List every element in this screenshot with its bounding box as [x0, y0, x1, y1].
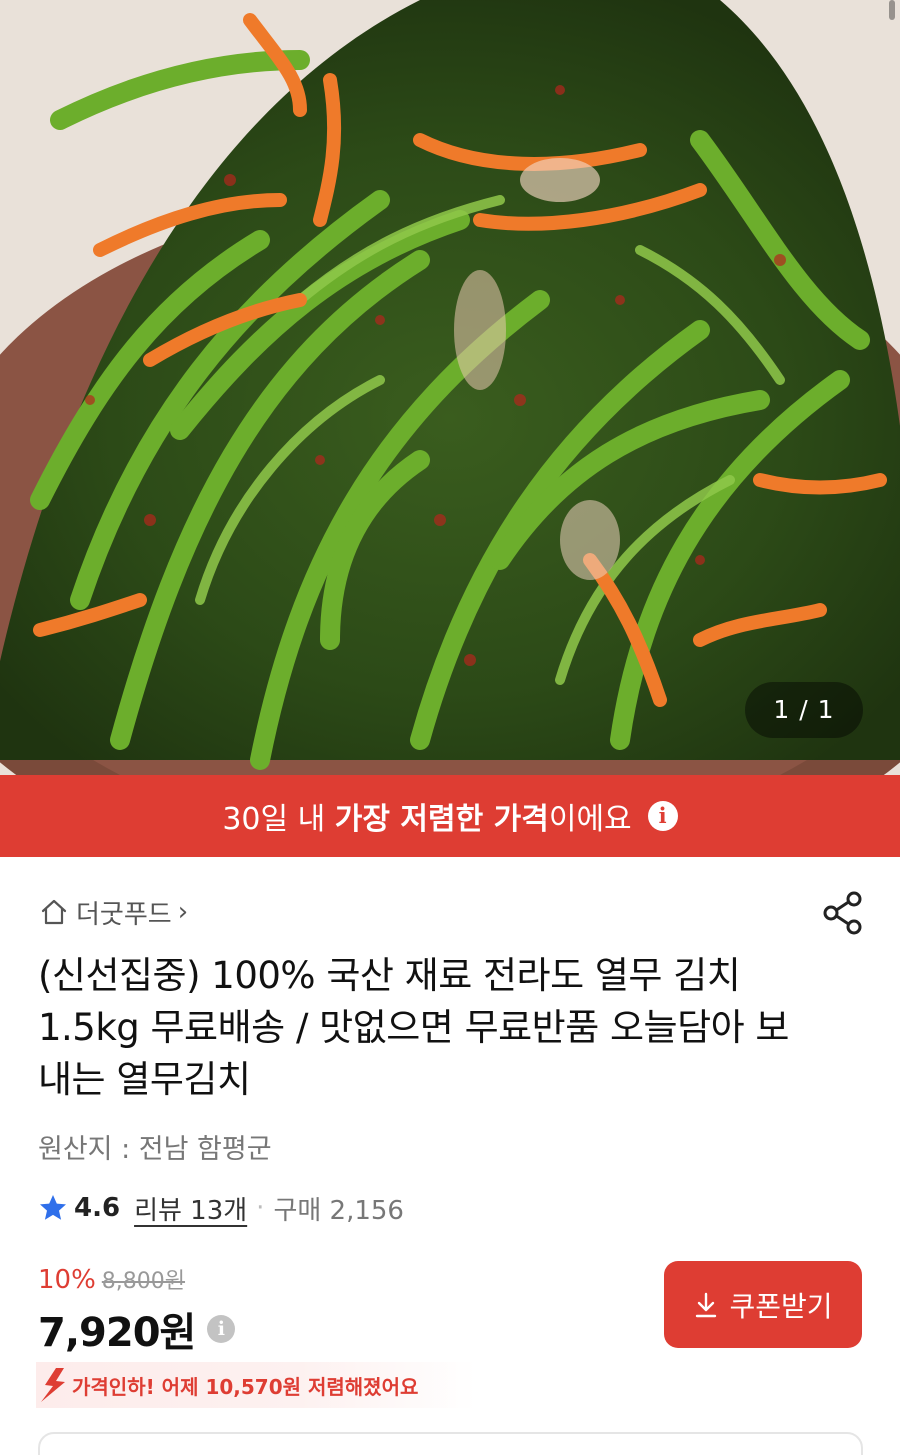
- lowest-price-banner: 30일 내 가장 저렴한 가격 이에요 i: [0, 775, 900, 857]
- price-down-arrow-icon: [41, 1368, 65, 1402]
- download-icon: [696, 1292, 717, 1317]
- scroll-indicator: [889, 0, 895, 20]
- store-link[interactable]: 더굿푸드 ›: [38, 892, 188, 932]
- review-link[interactable]: 리뷰 13개: [134, 1190, 247, 1227]
- final-price: 7,920원: [38, 1310, 196, 1356]
- original-price: 8,800원: [101, 1269, 186, 1294]
- banner-text-after: 이에요: [548, 802, 632, 837]
- option-box[interactable]: [38, 1432, 863, 1455]
- price-drop-notice: 가격인하! 어제 10,570원 저렴해졌어요: [36, 1362, 476, 1408]
- info-icon[interactable]: i: [647, 801, 678, 831]
- purchase-count: 구매 2,156: [273, 1195, 404, 1226]
- rating-score: 4.6: [74, 1193, 121, 1223]
- store-name: 더굿푸드: [76, 899, 172, 930]
- price-drop-text: 가격인하! 어제 10,570원 저렴해졌어요: [72, 1374, 419, 1399]
- discount-percent: 10%: [38, 1265, 96, 1295]
- origin-info: 원산지 : 전남 함평군: [38, 1134, 272, 1165]
- image-page-counter: 1 / 1: [745, 682, 863, 738]
- product-title: (신선집중) 100% 국산 재료 전라도 열무 김치 1.5kg 무료배송 /…: [38, 954, 789, 1101]
- product-image[interactable]: 1 / 1: [0, 0, 900, 775]
- kimchi-photo: [0, 0, 900, 775]
- coupon-button[interactable]: 쿠폰받기: [664, 1261, 862, 1348]
- chevron-right-icon: ›: [177, 897, 189, 927]
- star-icon: [40, 1195, 66, 1220]
- separator-dot: ·: [256, 1193, 265, 1223]
- share-icon[interactable]: [820, 890, 866, 936]
- banner-text-bold: 가장 저렴한 가격: [334, 802, 549, 837]
- discount-row: 10% 8,800원: [38, 1263, 185, 1295]
- coupon-button-label: 쿠폰받기: [729, 1289, 833, 1323]
- price-info-icon[interactable]: i: [207, 1315, 236, 1343]
- home-icon: [41, 899, 67, 925]
- rating-row: 4.6 리뷰 13개 · 구매 2,156: [38, 1188, 404, 1228]
- banner-text-before: 30일 내: [222, 802, 335, 837]
- price-row: 7,920원 i: [38, 1300, 236, 1358]
